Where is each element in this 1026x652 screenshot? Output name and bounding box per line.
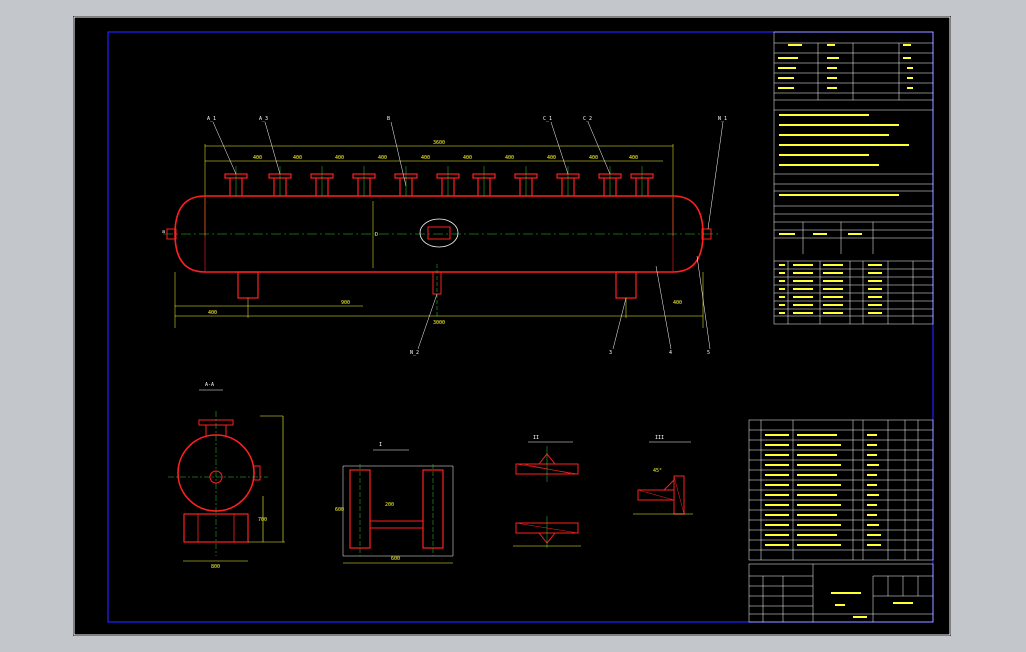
detail-weld-2: III 45°	[633, 435, 693, 515]
section-view: A-A 800 700	[168, 382, 285, 570]
svg-text:B: B	[387, 116, 390, 122]
svg-text:400: 400	[589, 155, 598, 161]
svg-text:400: 400	[673, 300, 682, 306]
svg-text:800: 800	[211, 564, 220, 570]
svg-text:A_1: A_1	[207, 116, 216, 122]
svg-text:C_2: C_2	[583, 116, 592, 122]
svg-text:600: 600	[391, 556, 400, 562]
svg-text:400: 400	[208, 310, 217, 316]
svg-text:3000: 3000	[433, 320, 445, 326]
svg-text:400: 400	[547, 155, 556, 161]
design-data-table	[774, 42, 933, 101]
svg-text:3: 3	[609, 350, 612, 356]
svg-text:400: 400	[293, 155, 302, 161]
vessel-elevation: 3600 400 400 400 400 400 400 400 400 400 400	[162, 116, 727, 356]
nozzle-table	[774, 260, 933, 324]
detail-label-3: III	[655, 435, 664, 441]
nozzle-spacing-dims: 400 400 400 400 400 400 400 400 400 400	[253, 155, 638, 161]
svg-text:700: 700	[258, 517, 267, 523]
svg-text:900: 900	[341, 300, 350, 306]
svg-text:5: 5	[707, 350, 710, 356]
svg-text:D: D	[375, 232, 378, 238]
svg-text:400: 400	[335, 155, 344, 161]
top-nozzles	[224, 173, 654, 196]
drawing-sheet: 3600 400 400 400 400 400 400 400 400 400 400	[73, 16, 951, 636]
svg-text:4: 4	[669, 350, 672, 356]
detail-label-1: I	[379, 442, 382, 448]
detail-weld-1: II	[513, 435, 581, 548]
svg-text:600: 600	[335, 507, 344, 513]
svg-text:400: 400	[505, 155, 514, 161]
svg-text:400: 400	[629, 155, 638, 161]
svg-text:45°: 45°	[653, 468, 662, 474]
svg-text:a: a	[162, 229, 165, 235]
cad-drawing: 3600 400 400 400 400 400 400 400 400 400 400	[73, 16, 951, 636]
detail-support: I 600 200 600	[335, 442, 454, 564]
svg-text:N_1: N_1	[718, 116, 727, 122]
svg-text:400: 400	[378, 155, 387, 161]
manhole	[419, 218, 459, 248]
table-marks	[778, 44, 913, 314]
svg-text:400: 400	[253, 155, 262, 161]
svg-text:N_2: N_2	[410, 350, 419, 356]
svg-text:400: 400	[463, 155, 472, 161]
detail-label-2: II	[533, 435, 539, 441]
svg-text:C_1: C_1	[543, 116, 552, 122]
section-label: A-A	[205, 382, 214, 388]
svg-text:400: 400	[421, 155, 430, 161]
parts-list	[748, 419, 934, 561]
support-left	[237, 271, 259, 299]
svg-text:A_3: A_3	[259, 116, 268, 122]
svg-text:200: 200	[385, 502, 394, 508]
svg-text:3600: 3600	[433, 140, 445, 146]
support-right	[615, 271, 637, 299]
